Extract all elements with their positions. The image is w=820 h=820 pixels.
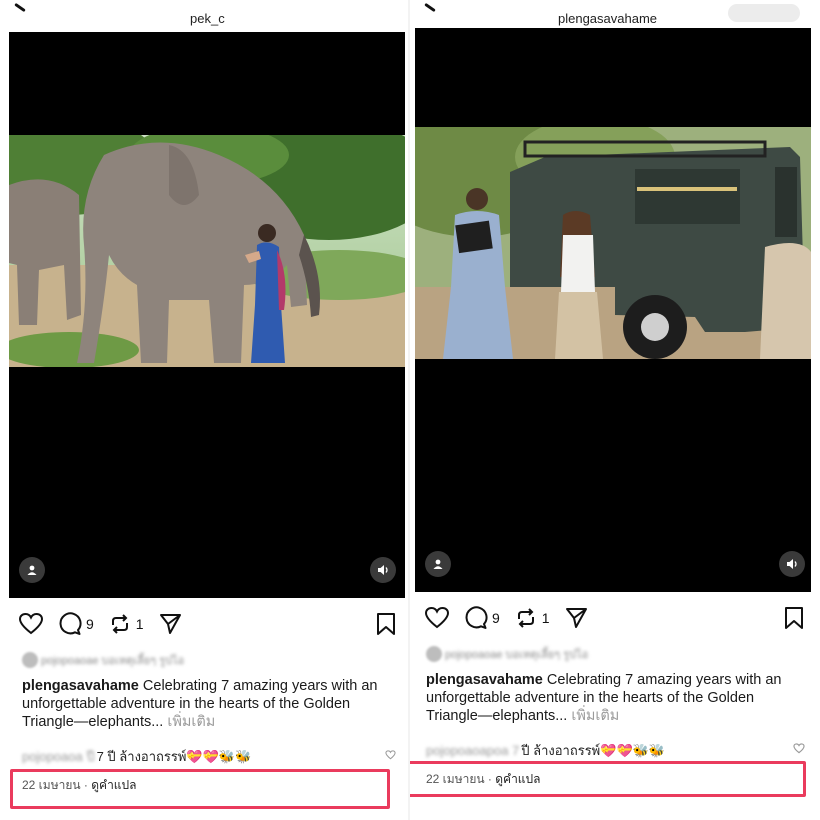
liked-by-avatar — [22, 652, 38, 668]
comment-icon — [465, 606, 488, 629]
repost-count: 1 — [541, 610, 550, 626]
bookmark-icon[interactable] — [784, 606, 804, 630]
bookmark-icon[interactable] — [376, 612, 396, 636]
repost-button[interactable]: 1 — [514, 606, 550, 630]
comment-preview[interactable]: pojopoaoa ปี 7 ปี ล้างอาถรรพ์💝💝🐝🐝 — [22, 746, 251, 767]
video-player[interactable] — [9, 32, 405, 598]
comment-count: 9 — [86, 616, 94, 632]
liked-by-text: pojopoaoae บอเหตุเลี้ยๆ รูปไอ — [445, 649, 589, 661]
comment-button[interactable]: 9 — [464, 606, 500, 630]
follow-button[interactable] — [728, 4, 800, 22]
comment-icon — [59, 612, 82, 635]
comment-preview[interactable]: pojopoaoapoa 7 ปี ล้างอาถรรพ์💝💝🐝🐝 — [426, 740, 665, 761]
heart-icon — [424, 606, 450, 629]
liked-by-row[interactable]: pojopoaoae บอเหตุเลี้ยๆ รูปไอ — [22, 651, 184, 669]
like-button[interactable] — [424, 606, 450, 630]
share-icon — [159, 614, 181, 634]
comment-text: ปี ล้างอาถรรพ์💝💝🐝🐝 — [521, 743, 666, 758]
jeep-photo — [415, 127, 811, 359]
like-button[interactable] — [18, 612, 44, 636]
post-caption: plengasavahame Celebrating 7 amazing yea… — [426, 671, 804, 725]
repost-button[interactable]: 1 — [108, 612, 144, 636]
volume-icon[interactable] — [370, 557, 396, 583]
post-username[interactable]: plengasavahame — [558, 11, 657, 26]
video-player[interactable] — [415, 28, 811, 592]
see-more-link[interactable]: เพิ่มเติม — [163, 714, 215, 730]
elephant-photo — [9, 135, 405, 367]
heart-icon — [18, 612, 44, 635]
see-more-link[interactable]: เพิ่มเติม — [567, 708, 619, 724]
share-button[interactable] — [158, 612, 182, 636]
liked-by-avatar — [426, 646, 442, 662]
action-bar: 9 1 — [424, 603, 602, 633]
repost-icon — [517, 608, 534, 628]
comment-button[interactable]: 9 — [58, 612, 94, 636]
comment-like-icon[interactable] — [793, 743, 805, 754]
post-caption: plengasavahame Celebrating 7 amazing yea… — [22, 677, 392, 731]
back-icon[interactable] — [424, 2, 436, 13]
comment-count: 9 — [492, 610, 500, 626]
caption-username[interactable]: plengasavahame — [22, 678, 139, 694]
right-post-panel: plengasavahame 9 1 pojopoaoae บอเหตุเลี้… — [410, 0, 820, 820]
back-icon[interactable] — [14, 2, 26, 13]
liked-by-row[interactable]: pojopoaoae บอเหตุเลี้ยๆ รูปไอ — [426, 645, 588, 663]
repost-count: 1 — [135, 616, 144, 632]
share-icon — [565, 608, 587, 628]
comment-author: pojopoaoapoa 7 — [426, 743, 520, 758]
share-button[interactable] — [564, 606, 588, 630]
action-bar: 9 1 — [18, 609, 196, 639]
tag-people-icon[interactable] — [425, 551, 451, 577]
volume-icon[interactable] — [779, 551, 805, 577]
comment-author: pojopoaoa ปี — [22, 749, 95, 764]
repost-icon — [111, 614, 128, 634]
tag-people-icon[interactable] — [19, 557, 45, 583]
post-username[interactable]: pek_c — [190, 11, 225, 26]
highlight-box — [410, 761, 806, 797]
left-post-panel: pek_c 9 1 pojopoaoae บอเหตุเลี้ยๆ รูปไอ … — [0, 0, 410, 820]
comment-like-icon[interactable] — [385, 750, 396, 760]
liked-by-text: pojopoaoae บอเหตุเลี้ยๆ รูปไอ — [41, 655, 185, 667]
comment-text: 7 ปี ล้างอาถรรพ์💝💝🐝🐝 — [96, 749, 252, 764]
highlight-box — [10, 769, 390, 809]
caption-username[interactable]: plengasavahame — [426, 672, 543, 688]
